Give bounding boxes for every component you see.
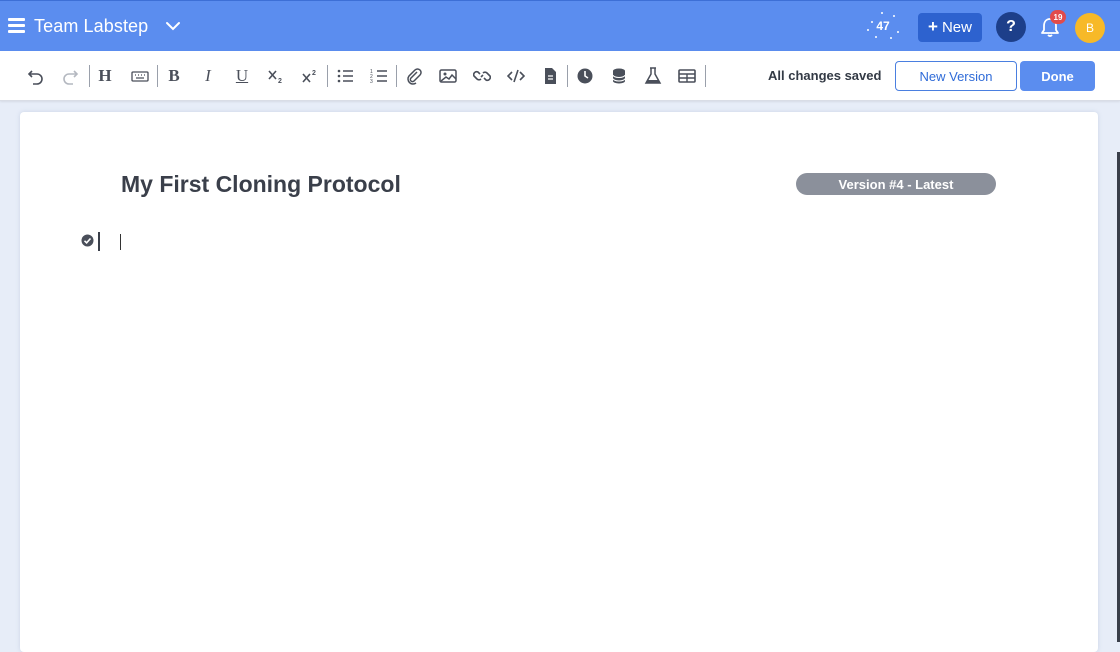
toolbar-divider (705, 65, 706, 87)
new-version-button[interactable]: New Version (895, 61, 1017, 91)
svg-text:2: 2 (312, 70, 316, 77)
save-status: All changes saved (768, 68, 882, 83)
redo-icon[interactable] (58, 64, 82, 88)
new-button-label: New (941, 19, 972, 36)
code-icon[interactable] (504, 64, 528, 88)
toolbar-divider (89, 65, 90, 87)
toolbar-divider (396, 65, 397, 87)
underline-icon[interactable]: U (230, 64, 254, 88)
team-name[interactable]: Team Labstep (34, 16, 148, 37)
bullet-list-icon[interactable] (333, 64, 357, 88)
toolbar-divider (567, 65, 568, 87)
toolbar-divider (157, 65, 158, 87)
bold-icon[interactable]: B (162, 64, 186, 88)
subscript-icon[interactable]: 2 (264, 64, 288, 88)
chevron-down-icon[interactable] (165, 18, 181, 34)
editor-toolbar: H B I U 2 2 123 All changes saved New Ve… (0, 51, 1120, 101)
avatar[interactable]: B (1075, 13, 1105, 43)
notification-badge: 19 (1050, 10, 1066, 24)
image-icon[interactable] (436, 64, 460, 88)
points-counter[interactable]: 47 (866, 10, 900, 42)
svg-text:2: 2 (278, 78, 282, 85)
top-navigation-bar: Team Labstep 47 + New ? 19 B (0, 0, 1120, 51)
file-icon[interactable] (538, 64, 562, 88)
clock-icon[interactable] (573, 64, 597, 88)
undo-icon[interactable] (24, 64, 48, 88)
superscript-icon[interactable]: 2 (298, 64, 322, 88)
toolbar-divider (327, 65, 328, 87)
page-title[interactable]: My First Cloning Protocol (121, 171, 401, 198)
table-icon[interactable] (675, 64, 699, 88)
keyboard-icon[interactable] (128, 64, 152, 88)
menu-icon[interactable] (8, 18, 25, 33)
document-page: My First Cloning Protocol Version #4 - L… (20, 112, 1098, 652)
italic-icon[interactable]: I (196, 64, 220, 88)
done-button[interactable]: Done (1020, 61, 1095, 91)
help-button[interactable]: ? (996, 12, 1026, 42)
block-marker (98, 232, 100, 251)
database-icon[interactable] (607, 64, 631, 88)
numbered-list-icon[interactable]: 123 (367, 64, 391, 88)
check-circle-icon (81, 234, 94, 247)
plus-icon: + (928, 16, 938, 36)
attachment-icon[interactable] (402, 64, 426, 88)
editor-text-area[interactable] (120, 234, 121, 250)
version-badge[interactable]: Version #4 - Latest (796, 173, 996, 195)
svg-text:3: 3 (370, 79, 373, 85)
heading-icon[interactable]: H (93, 64, 117, 88)
new-button[interactable]: + New (918, 13, 982, 42)
link-icon[interactable] (470, 64, 494, 88)
points-value: 47 (876, 19, 890, 33)
flask-icon[interactable] (641, 64, 665, 88)
